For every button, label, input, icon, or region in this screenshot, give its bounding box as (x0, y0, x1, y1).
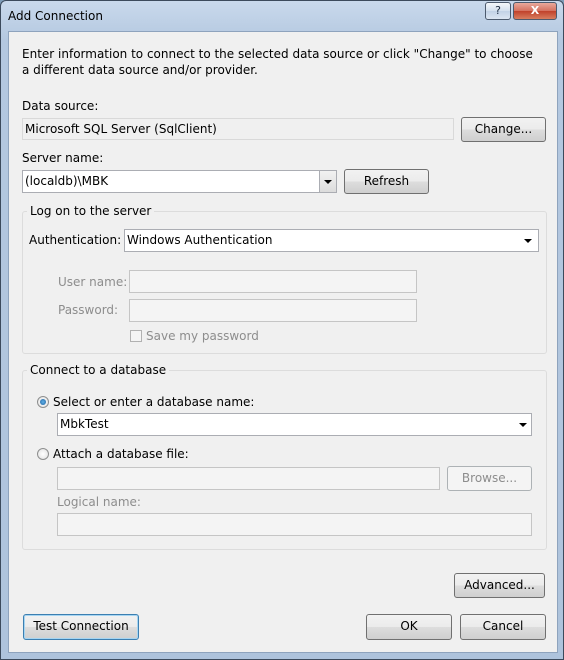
refresh-button[interactable]: Refresh (344, 169, 429, 194)
authentication-value: Windows Authentication (127, 233, 273, 247)
database-name-value: MbkTest (60, 417, 109, 431)
username-input[interactable] (129, 270, 417, 293)
attach-database-radio[interactable] (37, 448, 49, 460)
chevron-down-icon (524, 239, 532, 243)
attach-file-input[interactable] (57, 467, 440, 490)
cancel-button[interactable]: Cancel (460, 614, 546, 640)
save-password-checkbox[interactable] (130, 330, 142, 342)
chevron-down-icon (519, 423, 527, 427)
database-name-combobox[interactable]: MbkTest (57, 413, 532, 436)
data-source-label: Data source: (22, 99, 99, 113)
change-button[interactable]: Change... (461, 117, 546, 142)
chevron-down-icon (324, 180, 332, 184)
logon-legend: Log on to the server (27, 204, 155, 218)
browse-button[interactable]: Browse... (447, 466, 532, 491)
help-button[interactable]: ? (485, 2, 511, 20)
dialog-body: Enter information to connect to the sele… (8, 31, 558, 653)
server-name-combobox[interactable]: (localdb)\MBK (22, 170, 337, 193)
title-bar: Add Connection ? X (1, 1, 563, 33)
save-password-label: Save my password (146, 329, 259, 343)
server-name-value: (localdb)\MBK (25, 174, 109, 188)
test-connection-button[interactable]: Test Connection (23, 614, 139, 640)
authentication-label: Authentication: (29, 233, 122, 247)
authentication-combobox[interactable]: Windows Authentication (124, 229, 539, 252)
server-name-label: Server name: (22, 151, 104, 165)
logical-name-input[interactable] (57, 513, 532, 536)
select-database-label: Select or enter a database name: (53, 395, 255, 409)
intro-text: Enter information to connect to the sele… (22, 47, 533, 77)
server-dropdown-button[interactable] (319, 171, 336, 192)
attach-database-label: Attach a database file: (53, 447, 189, 461)
database-legend: Connect to a database (27, 363, 170, 377)
logical-name-label: Logical name: (57, 495, 141, 509)
select-database-radio[interactable] (37, 396, 49, 408)
username-label: User name: (58, 275, 128, 289)
data-source-value: Microsoft SQL Server (SqlClient) (22, 118, 454, 140)
add-connection-dialog: Add Connection ? X Enter information to … (0, 0, 564, 660)
close-button[interactable]: X (513, 2, 557, 20)
password-label: Password: (58, 303, 119, 317)
ok-button[interactable]: OK (366, 614, 452, 640)
window-title: Add Connection (8, 9, 103, 23)
password-input[interactable] (129, 299, 417, 322)
advanced-button[interactable]: Advanced... (454, 573, 545, 598)
